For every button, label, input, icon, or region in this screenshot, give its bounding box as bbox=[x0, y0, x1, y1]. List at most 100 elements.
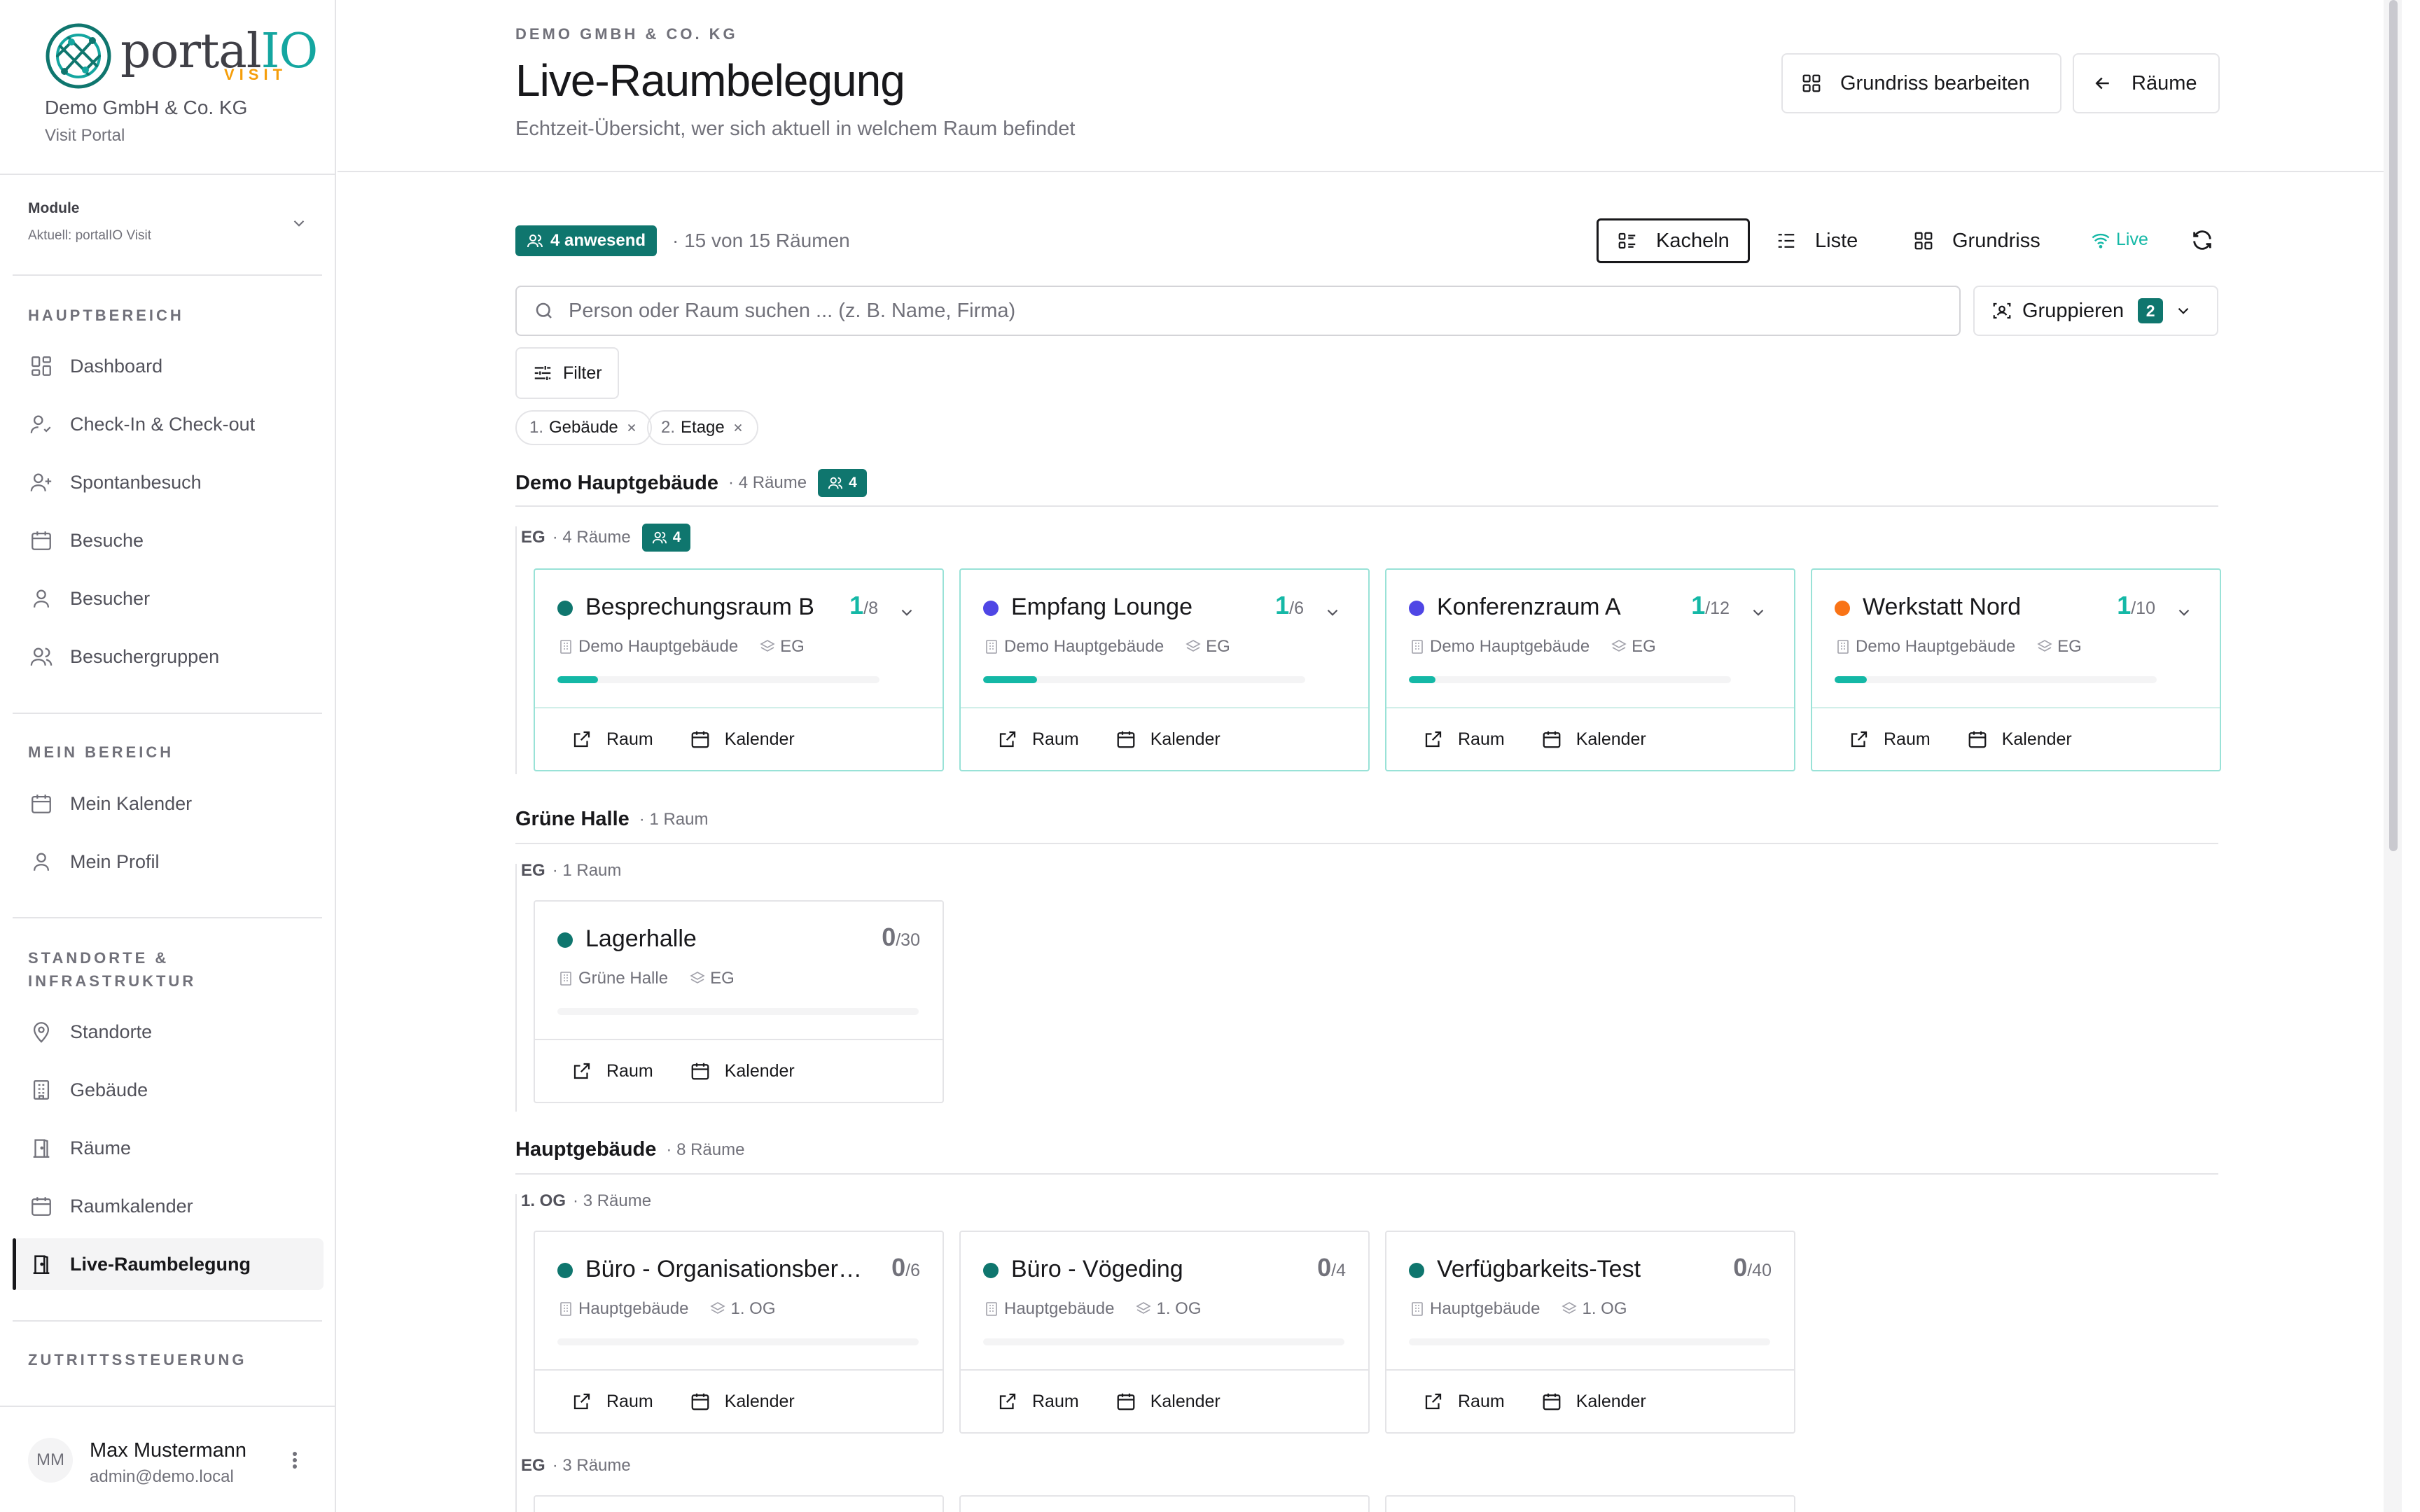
room-calendar-button[interactable]: Kalender bbox=[1967, 729, 2072, 750]
room-meta: Hauptgebäude 1. OG bbox=[983, 1299, 1202, 1319]
page-title: Live-Raumbelegung bbox=[515, 55, 905, 106]
room-occupancy: 0/6 bbox=[891, 1253, 920, 1282]
room-status-dot bbox=[983, 1263, 999, 1278]
door-icon bbox=[33, 1139, 50, 1158]
room-card-actions: Raum Kalender bbox=[1812, 707, 2220, 770]
room-card[interactable] bbox=[959, 1495, 1370, 1512]
search-field[interactable] bbox=[515, 286, 1961, 336]
search-input[interactable] bbox=[569, 299, 1899, 323]
chevron-down-icon[interactable] bbox=[898, 603, 916, 622]
layers-icon bbox=[1185, 640, 1201, 652]
group-divider bbox=[515, 1173, 2218, 1175]
open-room-button[interactable]: Raum bbox=[1849, 729, 1931, 750]
view-tiles-tab[interactable]: Kacheln bbox=[1597, 218, 1750, 263]
close-icon[interactable] bbox=[732, 421, 744, 434]
layers-icon bbox=[1562, 1302, 1578, 1314]
module-title: Module bbox=[28, 200, 80, 216]
room-card[interactable]: Büro - Organisationsbereich 0/6 Hauptgeb… bbox=[534, 1231, 944, 1434]
more-vertical-icon[interactable] bbox=[284, 1448, 305, 1473]
scrollbar[interactable] bbox=[2384, 0, 2402, 1512]
sidebar-item-standorte[interactable]: Standorte bbox=[13, 1006, 324, 1058]
group-rail bbox=[515, 526, 517, 774]
room-status-dot bbox=[1409, 601, 1424, 616]
open-room-button[interactable]: Raum bbox=[1423, 729, 1505, 750]
chevron-down-icon[interactable] bbox=[1323, 603, 1342, 622]
room-card[interactable]: Büro - Vögeding 0/4 Hauptgebäude 1. OG R… bbox=[959, 1231, 1370, 1434]
user-email: admin@demo.local bbox=[90, 1467, 234, 1486]
room-meta: Demo Hauptgebäude EG bbox=[557, 637, 805, 657]
sidebar-item-label: Spontanbesuch bbox=[70, 471, 202, 493]
open-room-button[interactable]: Raum bbox=[997, 729, 1079, 750]
room-calendar-button[interactable]: Kalender bbox=[690, 1060, 795, 1082]
room-card[interactable] bbox=[1385, 1495, 1795, 1512]
room-occupancy: 1/8 bbox=[849, 591, 878, 620]
open-room-button[interactable]: Raum bbox=[571, 729, 653, 750]
refresh-icon[interactable] bbox=[2190, 228, 2214, 252]
room-card[interactable] bbox=[534, 1495, 944, 1512]
sidebar-item-raeume[interactable]: Räume bbox=[13, 1122, 324, 1174]
sidebar-item-besucher[interactable]: Besucher bbox=[13, 573, 324, 624]
sidebar-item-besuchergruppen[interactable]: Besuchergruppen bbox=[13, 631, 324, 682]
sidebar-item-gebaeude[interactable]: Gebäude bbox=[13, 1064, 324, 1116]
building-icon bbox=[1412, 640, 1423, 654]
group-chip-building[interactable]: 1. Gebäude bbox=[515, 410, 652, 445]
room-calendar-button[interactable]: Kalender bbox=[1541, 1391, 1646, 1412]
chevron-down-icon bbox=[2178, 307, 2189, 314]
building-icon bbox=[560, 640, 571, 654]
room-card-actions: Raum Kalender bbox=[961, 1369, 1368, 1432]
sidebar-item-spontanbesuch[interactable]: Spontanbesuch bbox=[13, 456, 324, 508]
filter-button[interactable]: Filter bbox=[515, 347, 619, 399]
chevron-down-icon[interactable] bbox=[1749, 603, 1767, 622]
occupancy-bar bbox=[983, 1338, 1344, 1345]
sidebar-item-besuche[interactable]: Besuche bbox=[13, 514, 324, 566]
chevron-down-icon[interactable] bbox=[2175, 603, 2193, 622]
sidebar-item-check-in[interactable]: Check-In & Check-out bbox=[13, 398, 324, 450]
room-card[interactable]: Lagerhalle 0/30 Grüne Halle EG Raum Kale… bbox=[534, 900, 944, 1103]
sidebar-item-raumkalender[interactable]: Raumkalender bbox=[13, 1180, 324, 1232]
view-list-tab[interactable]: Liste bbox=[1758, 218, 1876, 263]
room-calendar-button[interactable]: Kalender bbox=[1541, 729, 1646, 750]
module-current: Aktuell: portalIO Visit bbox=[28, 228, 152, 243]
open-room-button[interactable]: Raum bbox=[997, 1391, 1079, 1412]
calendar-icon bbox=[691, 1393, 709, 1410]
scrollbar-thumb[interactable] bbox=[2389, 0, 2398, 851]
module-switcher[interactable]: Module Aktuell: portalIO Visit bbox=[28, 200, 308, 249]
layers-icon bbox=[2037, 640, 2052, 652]
portalio-logo-icon bbox=[46, 23, 111, 89]
room-calendar-button[interactable]: Kalender bbox=[1115, 729, 1221, 750]
room-card[interactable]: Empfang Lounge 1/6 Demo Hauptgebäude EG … bbox=[959, 568, 1370, 771]
sidebar-item-mein-profil[interactable]: Mein Profil bbox=[13, 836, 324, 888]
room-meta: Hauptgebäude 1. OG bbox=[1409, 1299, 1627, 1319]
open-room-button[interactable]: Raum bbox=[1423, 1391, 1505, 1412]
room-card[interactable]: Verfügbarkeits-Test 0/40 Hauptgebäude 1.… bbox=[1385, 1231, 1795, 1434]
calendar-icon bbox=[32, 794, 51, 813]
external-link-icon bbox=[1425, 731, 1442, 748]
open-room-button[interactable]: Raum bbox=[571, 1060, 653, 1082]
building-icon bbox=[1412, 1302, 1423, 1316]
room-card[interactable]: Werkstatt Nord 1/10 Demo Hauptgebäude EG… bbox=[1811, 568, 2221, 771]
close-icon[interactable] bbox=[625, 421, 638, 434]
room-card[interactable]: Besprechungsraum B 1/8 Demo Hauptgebäude… bbox=[534, 568, 944, 771]
room-name: Empfang Lounge bbox=[1011, 594, 1192, 620]
room-calendar-button[interactable]: Kalender bbox=[690, 729, 795, 750]
room-calendar-button[interactable]: Kalender bbox=[1115, 1391, 1221, 1412]
sidebar-item-live-raumbelegung[interactable]: Live-Raumbelegung bbox=[13, 1238, 324, 1290]
calendar-icon bbox=[32, 1197, 51, 1216]
occupancy-bar bbox=[983, 676, 1305, 683]
list-icon bbox=[1778, 234, 1795, 248]
room-calendar-button[interactable]: Kalender bbox=[690, 1391, 795, 1412]
users-icon bbox=[828, 477, 843, 489]
view-floorplan-tab[interactable]: Grundriss bbox=[1895, 218, 2059, 263]
group-chip-floor[interactable]: 2. Etage bbox=[647, 410, 758, 445]
sidebar-item-dashboard[interactable]: Dashboard bbox=[13, 340, 324, 392]
room-status-dot bbox=[557, 1263, 573, 1278]
user-menu[interactable]: MM Max Mustermann admin@demo.local bbox=[0, 1406, 335, 1512]
rooms-back-button[interactable]: Räume bbox=[2073, 53, 2220, 113]
group-button[interactable]: Gruppieren 2 bbox=[1973, 286, 2218, 336]
room-count: · 15 von 15 Räumen bbox=[672, 230, 850, 251]
sidebar-item-mein-kalender[interactable]: Mein Kalender bbox=[13, 778, 324, 830]
room-meta: Hauptgebäude 1. OG bbox=[557, 1299, 776, 1319]
edit-floorplan-button[interactable]: Grundriss bearbeiten bbox=[1781, 53, 2061, 113]
room-card[interactable]: Konferenzraum A 1/12 Demo Hauptgebäude E… bbox=[1385, 568, 1795, 771]
open-room-button[interactable]: Raum bbox=[571, 1391, 653, 1412]
